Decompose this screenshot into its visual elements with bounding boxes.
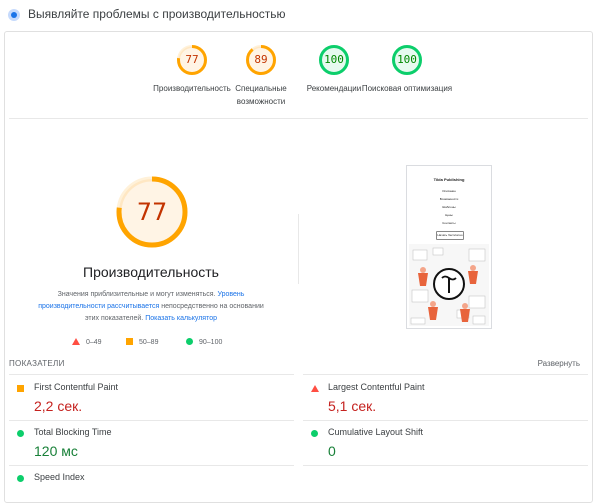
legend-label: 0–49	[86, 339, 102, 346]
divider	[9, 465, 294, 466]
metric-name: Cumulative Layout Shift	[328, 427, 424, 437]
divider	[9, 420, 294, 421]
circle-icon	[17, 475, 24, 482]
divider	[303, 465, 588, 466]
legend-label: 50–89	[139, 339, 159, 346]
metric-name: First Contentful Paint	[34, 382, 119, 392]
metrics-header: ПОКАЗАТЕЛИ	[9, 359, 65, 368]
triangle-icon	[311, 385, 319, 392]
report-card: 77 Производительность 89 Специальные воз…	[4, 31, 593, 503]
expand-button[interactable]: Развернуть	[538, 359, 580, 368]
gauge-accessibility[interactable]: 89 Специальные возможности	[235, 44, 287, 106]
circle-icon	[186, 338, 193, 345]
legend-label: 90–100	[199, 339, 223, 346]
divider	[9, 374, 294, 375]
performance-score: 77	[136, 198, 168, 226]
screenshot-line: Контакты	[442, 221, 456, 225]
gauge-score: 100	[324, 53, 344, 66]
metric-name: Largest Contentful Paint	[328, 382, 425, 392]
square-icon	[126, 338, 133, 345]
screenshot-line: Цены	[445, 213, 453, 217]
screenshot-site-title: Tilda Publishing	[433, 177, 465, 182]
screenshot-line: Возможности	[439, 197, 459, 201]
metric-first-contentful-paint[interactable]: First Contentful Paint 2,2 сек.	[9, 382, 294, 418]
metric-value: 5,1 сек.	[328, 398, 377, 414]
circle-icon	[311, 430, 318, 437]
metric-value: 2,2 сек.	[34, 398, 83, 414]
performance-gauge: 77	[115, 175, 189, 249]
calculator-link[interactable]: Показать калькулятор	[145, 315, 217, 322]
square-icon	[17, 385, 24, 392]
screenshot-line: Шаблоны	[442, 205, 456, 209]
gauge-best-practices[interactable]: 100 Рекомендации	[307, 44, 361, 93]
legend-average: 50–89	[126, 338, 158, 346]
metric-name: Speed Index	[34, 472, 85, 482]
metric-largest-contentful-paint[interactable]: Largest Contentful Paint 5,1 сек.	[303, 382, 588, 418]
performance-title: Производительность	[83, 264, 219, 280]
metric-value: 120 мс	[34, 443, 78, 459]
section-title: Выявляйте проблемы с производительностью	[28, 7, 286, 21]
screenshot-illustration	[409, 244, 489, 326]
vertical-divider	[298, 214, 299, 284]
performance-description: Значения приблизительные и могут изменят…	[35, 289, 267, 325]
screenshot-button: Начать бесплатно	[436, 231, 464, 240]
lighthouse-icon	[8, 9, 20, 21]
page-screenshot[interactable]: Tilda Publishing Описание Возможности Ша…	[406, 165, 492, 329]
legend-pass: 90–100	[186, 338, 222, 346]
screenshot-line: Описание	[442, 189, 456, 193]
section-header: Выявляйте проблемы с производительностью	[0, 0, 597, 30]
gauge-label: Поисковая оптимизация	[361, 84, 453, 93]
gauge-performance[interactable]: 77 Производительность	[153, 44, 231, 93]
gauge-score: 89	[254, 53, 268, 66]
divider	[9, 118, 588, 119]
gauge-score: 77	[185, 53, 199, 66]
metric-value: 0	[328, 443, 336, 459]
circle-icon	[17, 430, 24, 437]
metric-name: Total Blocking Time	[34, 427, 112, 437]
metric-speed-index[interactable]: Speed Index	[9, 472, 294, 502]
triangle-icon	[72, 338, 80, 345]
gauge-score: 100	[397, 53, 417, 66]
gauge-seo[interactable]: 100 Поисковая оптимизация	[362, 44, 452, 93]
description-text: Значения приблизительные и могут изменят…	[57, 291, 216, 298]
metric-cumulative-layout-shift[interactable]: Cumulative Layout Shift 0	[303, 427, 588, 463]
divider	[303, 420, 588, 421]
metric-total-blocking-time[interactable]: Total Blocking Time 120 мс	[9, 427, 294, 463]
divider	[303, 374, 588, 375]
legend-fail: 0–49	[72, 338, 102, 346]
